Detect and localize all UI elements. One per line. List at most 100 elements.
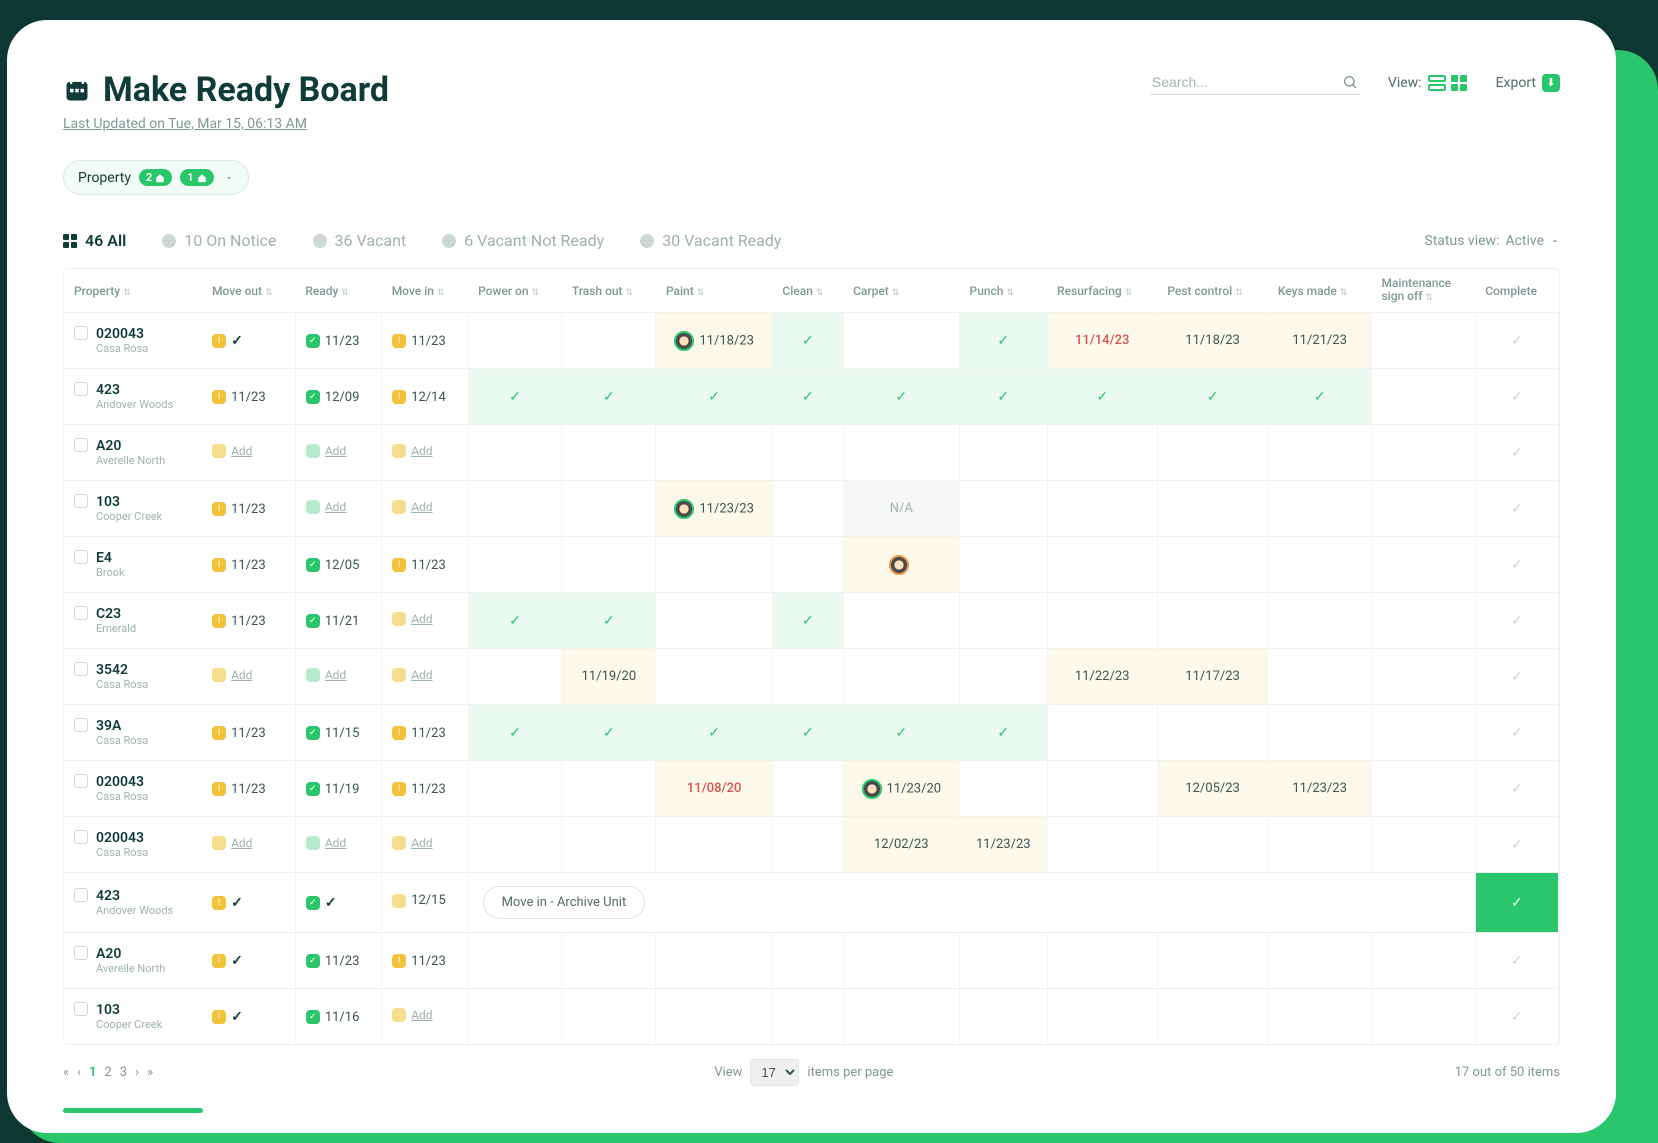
task-cell[interactable]: [1371, 705, 1475, 761]
task-cell[interactable]: [772, 989, 843, 1045]
ready-cell[interactable]: ✓11/23: [295, 313, 381, 369]
task-cell[interactable]: [562, 537, 656, 593]
page-link[interactable]: «: [63, 1065, 69, 1080]
task-cell[interactable]: [843, 425, 959, 481]
task-cell[interactable]: [1268, 933, 1372, 989]
task-cell[interactable]: [468, 649, 562, 705]
add-link[interactable]: Add: [411, 1008, 432, 1022]
page-link[interactable]: »: [147, 1065, 153, 1080]
move-in-cell[interactable]: Add: [382, 481, 468, 537]
ready-cell[interactable]: ✓11/21: [295, 593, 381, 649]
col-maintenance[interactable]: Maintenancesign off⇅: [1371, 269, 1475, 313]
tab-vacant[interactable]: 36 Vacant: [313, 231, 407, 250]
move-out-cell[interactable]: !11/23: [202, 705, 295, 761]
col-resurfacing[interactable]: Resurfacing⇅: [1047, 269, 1157, 313]
complete-cell[interactable]: ✓: [1475, 537, 1558, 593]
row-checkbox[interactable]: [74, 718, 88, 732]
col-punch[interactable]: Punch⇅: [960, 269, 1048, 313]
task-cell[interactable]: ✓: [960, 705, 1048, 761]
col-paint[interactable]: Paint⇅: [656, 269, 772, 313]
add-link[interactable]: Add: [411, 500, 432, 514]
task-cell[interactable]: ✓: [562, 593, 656, 649]
task-cell[interactable]: [1371, 933, 1475, 989]
ready-cell[interactable]: Add: [295, 425, 381, 481]
task-cell[interactable]: [772, 761, 843, 817]
task-cell[interactable]: [960, 933, 1048, 989]
row-checkbox[interactable]: [74, 382, 88, 396]
row-view-icon[interactable]: [1428, 74, 1446, 92]
add-link[interactable]: Add: [411, 612, 432, 626]
task-cell[interactable]: [1157, 989, 1268, 1045]
complete-cell[interactable]: ✓: [1475, 761, 1558, 817]
ready-cell[interactable]: Add: [295, 481, 381, 537]
task-cell[interactable]: ✓: [772, 593, 843, 649]
row-checkbox[interactable]: [74, 550, 88, 564]
task-cell[interactable]: [772, 817, 843, 873]
move-out-cell[interactable]: !✓: [202, 873, 295, 933]
move-out-cell[interactable]: !11/23: [202, 593, 295, 649]
task-cell[interactable]: [1047, 705, 1157, 761]
ready-cell[interactable]: Add: [295, 817, 381, 873]
move-in-cell[interactable]: !11/23: [382, 761, 468, 817]
status-view-toggle[interactable]: Status view: Active: [1424, 233, 1560, 249]
task-cell[interactable]: [960, 761, 1048, 817]
add-link[interactable]: Add: [411, 668, 432, 682]
task-cell[interactable]: [468, 481, 562, 537]
task-cell[interactable]: [468, 761, 562, 817]
task-cell[interactable]: 11/18/23: [656, 313, 772, 369]
move-in-cell[interactable]: 12/15: [382, 873, 468, 933]
task-cell[interactable]: ✓: [562, 705, 656, 761]
task-cell[interactable]: [1157, 705, 1268, 761]
task-cell[interactable]: ✓: [1268, 369, 1372, 425]
task-cell[interactable]: [960, 537, 1048, 593]
task-cell[interactable]: [772, 649, 843, 705]
task-cell[interactable]: [1157, 817, 1268, 873]
archive-pill[interactable]: Move in - Archive Unit: [483, 886, 646, 919]
complete-cell[interactable]: ✓: [1475, 989, 1558, 1045]
task-cell[interactable]: [1047, 425, 1157, 481]
task-cell[interactable]: [1371, 649, 1475, 705]
move-in-cell[interactable]: !12/14: [382, 369, 468, 425]
task-cell[interactable]: 11/23/23: [960, 817, 1048, 873]
row-checkbox[interactable]: [74, 888, 88, 902]
task-cell[interactable]: [1371, 537, 1475, 593]
task-cell[interactable]: [1047, 989, 1157, 1045]
task-cell[interactable]: [1047, 593, 1157, 649]
complete-cell[interactable]: ✓: [1475, 313, 1558, 369]
search-box[interactable]: [1150, 70, 1360, 95]
task-cell[interactable]: 11/23/23: [1268, 761, 1372, 817]
property-filter-chip[interactable]: Property 2 1: [63, 160, 249, 195]
task-cell[interactable]: [1268, 705, 1372, 761]
task-cell[interactable]: [656, 649, 772, 705]
task-cell[interactable]: [1268, 593, 1372, 649]
task-cell[interactable]: [468, 537, 562, 593]
task-cell[interactable]: [843, 989, 959, 1045]
add-link[interactable]: Add: [411, 444, 432, 458]
col-trash-out[interactable]: Trash out⇅: [562, 269, 656, 313]
task-cell[interactable]: [1371, 761, 1475, 817]
complete-cell[interactable]: ✓: [1475, 817, 1558, 873]
move-in-cell[interactable]: Add: [382, 593, 468, 649]
horizontal-scrollbar[interactable]: [63, 1108, 203, 1113]
task-cell[interactable]: [1371, 481, 1475, 537]
ready-cell[interactable]: ✓11/19: [295, 761, 381, 817]
task-cell[interactable]: [1157, 481, 1268, 537]
task-cell[interactable]: [1371, 989, 1475, 1045]
task-cell[interactable]: [656, 537, 772, 593]
task-cell[interactable]: [960, 481, 1048, 537]
col-move-out[interactable]: Move out⇅: [202, 269, 295, 313]
task-cell[interactable]: [1268, 425, 1372, 481]
task-cell[interactable]: [1371, 593, 1475, 649]
page-link[interactable]: 3: [120, 1065, 127, 1080]
task-cell[interactable]: [1157, 425, 1268, 481]
move-in-cell[interactable]: !11/23: [382, 933, 468, 989]
add-link[interactable]: Add: [231, 668, 252, 682]
task-cell[interactable]: [960, 989, 1048, 1045]
task-cell[interactable]: [656, 425, 772, 481]
task-cell[interactable]: [1371, 313, 1475, 369]
col-keys[interactable]: Keys made⇅: [1268, 269, 1372, 313]
task-cell[interactable]: 11/19/20: [562, 649, 656, 705]
task-cell[interactable]: [843, 933, 959, 989]
task-cell[interactable]: [1371, 817, 1475, 873]
complete-cell[interactable]: ✓: [1475, 705, 1558, 761]
